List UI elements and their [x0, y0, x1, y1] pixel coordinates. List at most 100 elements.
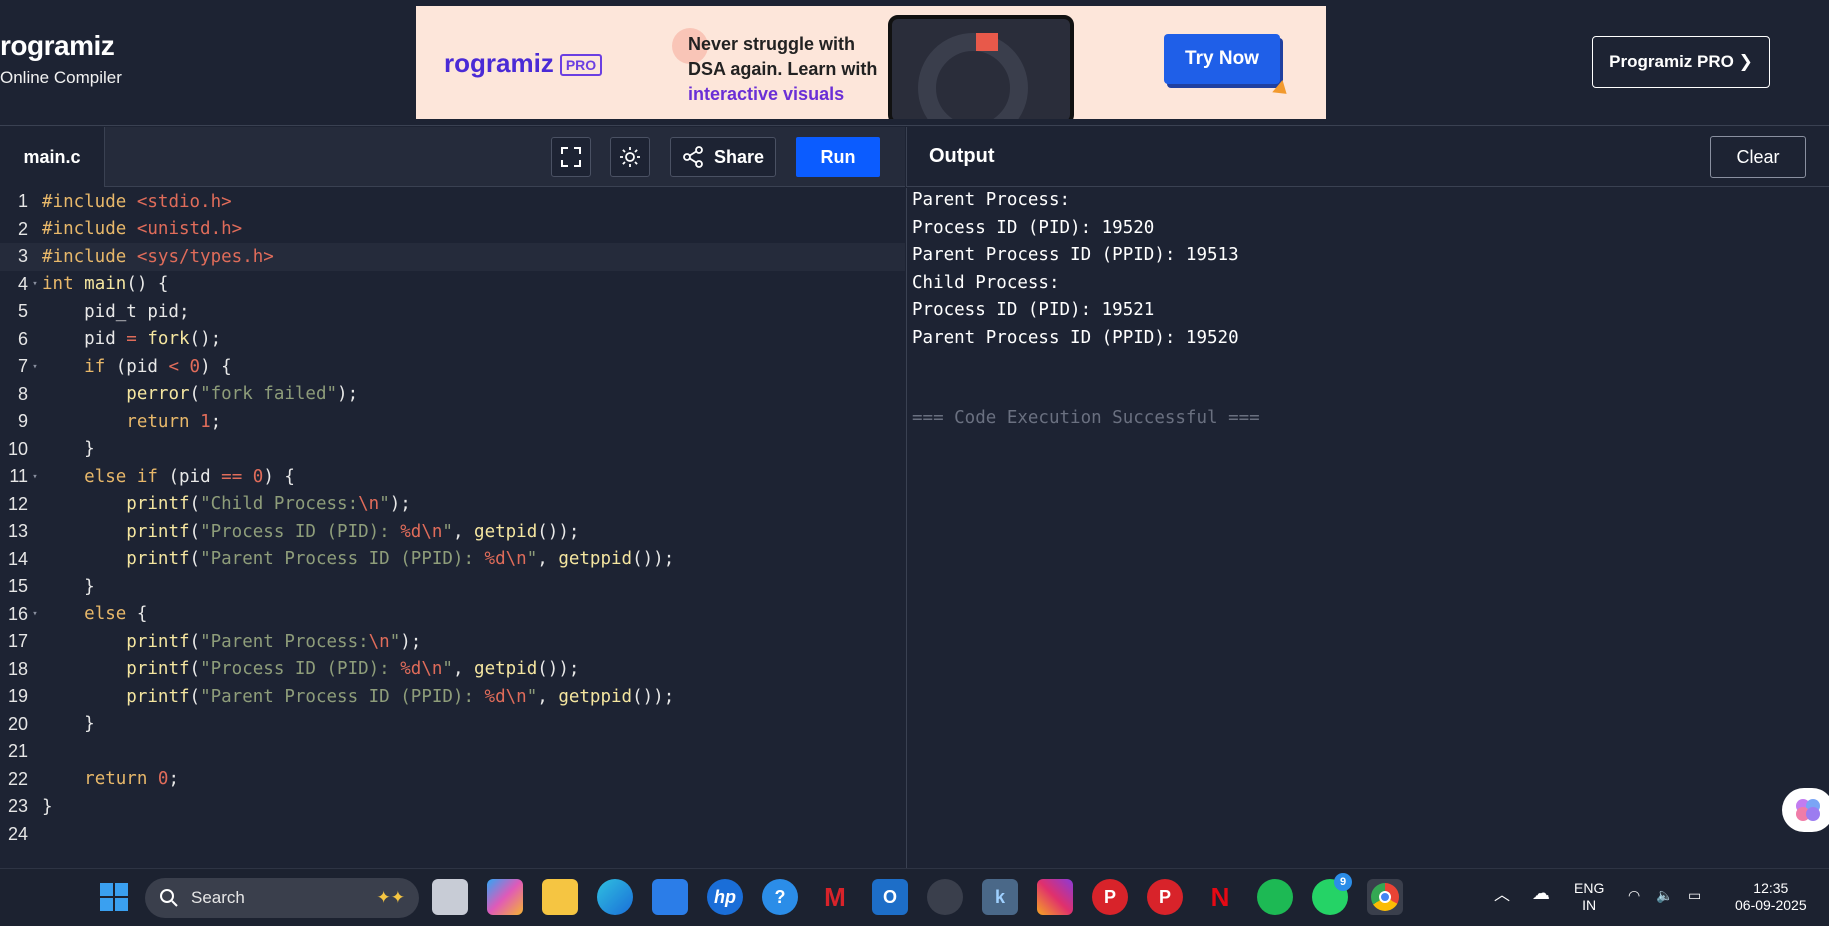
code-line[interactable]: 9 return 1; [0, 408, 905, 436]
code-line[interactable]: 13 printf("Process ID (PID): %d\n", getp… [0, 518, 905, 546]
pinterest-icon-2[interactable]: P [1147, 879, 1183, 915]
fold-arrow-icon[interactable]: ▾ [28, 279, 42, 289]
language-indicator[interactable]: ENG IN [1574, 880, 1604, 914]
code-line[interactable]: 12 printf("Child Process:\n"); [0, 491, 905, 519]
code-line[interactable]: 11 ▾ else if (pid == 0) { [0, 463, 905, 491]
code-text: printf("Process ID (PID): %d\n", getpid(… [126, 659, 580, 680]
line-number: 5 [17, 301, 28, 322]
code-line[interactable]: 7 ▾ if (pid < 0) { [0, 353, 905, 381]
code-line[interactable]: 14 printf("Parent Process ID (PPID): %d\… [0, 546, 905, 574]
line-number: 12 [7, 493, 28, 514]
code-line[interactable]: 5 pid_t pid; [0, 298, 905, 326]
output-line: Process ID (PID): 19520 [912, 217, 1155, 238]
wifi-icon[interactable]: ◠ [1628, 887, 1640, 904]
game-icon[interactable] [927, 879, 963, 915]
code-line[interactable]: 10 } [0, 436, 905, 464]
ad-line-3: interactive visuals [688, 84, 845, 104]
chevron-up-icon[interactable]: ︿ [1494, 887, 1510, 904]
copilot-icon[interactable] [487, 879, 523, 915]
code-line[interactable]: 4 ▾ int main() { [0, 271, 905, 299]
line-number: 19 [7, 686, 28, 707]
code-text: } [42, 576, 95, 597]
programiz-logo[interactable]: rogramiz Online Compiler [0, 30, 122, 88]
code-text: } [42, 714, 95, 735]
code-line[interactable]: 22 return 0; [0, 766, 905, 794]
mcafee-icon[interactable]: M [817, 879, 853, 915]
code-text: return 1; [126, 411, 222, 432]
line-number: 3 [17, 246, 28, 267]
code-line[interactable]: 21 [0, 738, 905, 766]
fold-arrow-icon[interactable]: ▾ [28, 362, 42, 372]
fullscreen-button[interactable] [551, 137, 591, 177]
store-icon[interactable] [652, 879, 688, 915]
output-line: Parent Process ID (PPID): 19520 [912, 327, 1239, 348]
line-number: 6 [17, 328, 28, 349]
code-line[interactable]: 19 printf("Parent Process ID (PPID): %d\… [0, 683, 905, 711]
code-text: printf("Parent Process ID (PPID): %d\n",… [126, 686, 675, 707]
code-text: printf("Parent Process ID (PPID): %d\n",… [126, 549, 675, 570]
line-number: 14 [7, 548, 28, 569]
search-placeholder: Search [191, 888, 245, 907]
code-text: perror("fork failed"); [126, 384, 359, 405]
code-line[interactable]: 24 [0, 821, 905, 849]
code-line[interactable]: 2 #include <unistd.h> [0, 216, 905, 244]
file-explorer-icon[interactable] [542, 879, 578, 915]
code-line[interactable]: 3 #include <sys/types.h> [0, 243, 905, 271]
fold-arrow-icon[interactable]: ▾ [28, 609, 42, 619]
sparkle-icon: ✦✦ [376, 888, 406, 907]
battery-icon[interactable]: ▭ [1688, 887, 1701, 904]
windows-taskbar: Search ✦✦ hp ? M O k P P N 9 ︿ ☁ ENG IN … [0, 868, 1829, 926]
code-line[interactable]: 1 #include <stdio.h> [0, 188, 905, 216]
tab-main-c[interactable]: main.c [0, 127, 105, 187]
hp-icon[interactable]: hp [707, 879, 743, 915]
assistant-widget[interactable] [1782, 788, 1829, 832]
ad-banner[interactable]: rogramiz PRO Never struggle with DSA agai… [416, 6, 1326, 119]
code-line[interactable]: 17 printf("Parent Process:\n"); [0, 628, 905, 656]
code-line[interactable]: 18 printf("Process ID (PID): %d\n", getp… [0, 656, 905, 684]
ad-try-now-button[interactable]: Try Now [1164, 34, 1280, 84]
netflix-icon[interactable]: N [1202, 879, 1238, 915]
logo-subtitle: Online Compiler [0, 68, 122, 87]
instagram-icon[interactable] [1037, 879, 1073, 915]
code-editor[interactable]: 1 #include <stdio.h> 2 #include <unistd.h> 3… [0, 188, 905, 868]
code-line[interactable]: 23} [0, 793, 905, 821]
run-button[interactable]: Run [796, 137, 880, 177]
code-line[interactable]: 15 } [0, 573, 905, 601]
line-number: 1 [17, 191, 28, 212]
line-number: 8 [17, 383, 28, 404]
help-icon[interactable]: ? [762, 879, 798, 915]
clock-time: 12:35 [1753, 880, 1789, 896]
programiz-pro-button[interactable]: Programiz PRO ❯ [1592, 36, 1770, 88]
ad-copy: Never struggle with DSA again. Learn wit… [688, 32, 877, 107]
theme-toggle-button[interactable] [610, 137, 650, 177]
volume-icon[interactable]: 🔈 [1656, 887, 1673, 904]
code-line[interactable]: 16 ▾ else { [0, 601, 905, 629]
edge-icon[interactable] [597, 879, 633, 915]
code-line[interactable]: 20 } [0, 711, 905, 739]
share-icon [683, 146, 703, 168]
code-text: else { [84, 604, 148, 625]
k-app-icon[interactable]: k [982, 879, 1018, 915]
task-view-icon[interactable] [432, 879, 468, 915]
line-number: 13 [7, 521, 28, 542]
code-text: printf("Child Process:\n"); [126, 494, 411, 515]
spotify-icon[interactable] [1257, 879, 1293, 915]
pinterest-icon[interactable]: P [1092, 879, 1128, 915]
chrome-icon[interactable] [1367, 879, 1403, 915]
taskbar-search[interactable]: Search ✦✦ [145, 878, 419, 918]
windows-start-icon[interactable] [96, 879, 132, 915]
cloud-icon[interactable]: ☁ [1532, 884, 1550, 902]
output-line: Child Process: [912, 272, 1060, 293]
line-number: 20 [7, 713, 28, 734]
clock[interactable]: 12:35 06-09-2025 [1735, 880, 1807, 914]
share-button[interactable]: Share [670, 137, 776, 177]
outlook-icon[interactable]: O [872, 879, 908, 915]
brain-icon [1796, 799, 1820, 821]
line-number: 16 [7, 603, 28, 624]
whatsapp-icon[interactable]: 9 [1312, 873, 1352, 915]
fold-arrow-icon[interactable]: ▾ [28, 472, 42, 482]
code-line[interactable]: 8 perror("fork failed"); [0, 381, 905, 409]
code-line[interactable]: 6 pid = fork(); [0, 326, 905, 354]
execution-status: === Code Execution Successful === [912, 408, 1260, 428]
clear-button[interactable]: Clear [1710, 136, 1806, 178]
